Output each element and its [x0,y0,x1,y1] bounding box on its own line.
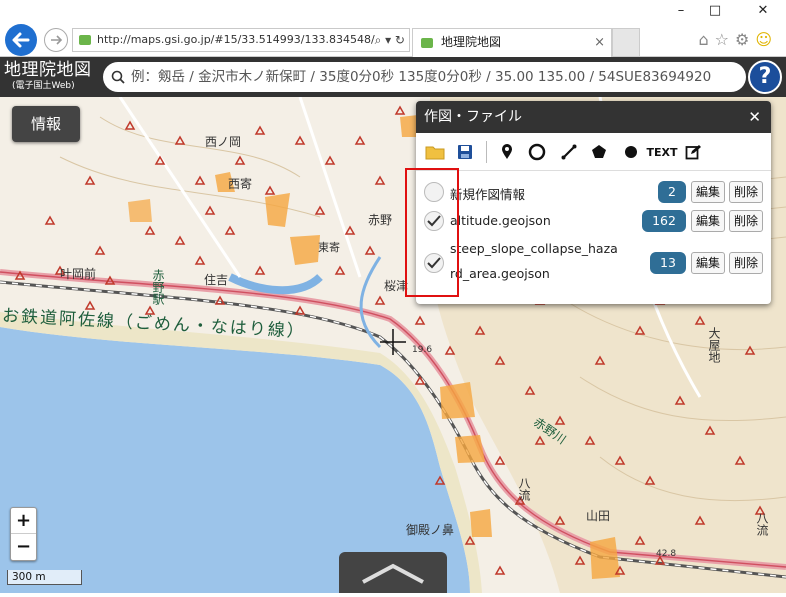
place-label-akano: 赤野 [368,213,393,227]
place-label-sumiyoshi: 住吉 [204,273,229,287]
place-label-higashiyose: 東寄 [318,241,340,254]
station-label-akano: 赤野駅 [151,269,165,305]
zoom-control: + − [10,507,37,561]
gear-icon[interactable]: ⚙ [735,30,755,49]
circle-icon[interactable] [524,140,550,164]
drawing-file-panel: 作図・ファイル ✕ TEXT 新規作図情報 2 編集 削除 altitude.g… [416,101,771,304]
delete-button-steep-slope[interactable]: 削除 [729,252,763,274]
browser-toolbar-icons: ⌂☆⚙☺ [698,30,778,49]
place-label-nishioka: 西ノ岡 [205,135,242,149]
place-label-nishiyose: 西寄 [228,177,253,191]
dot-icon[interactable] [618,140,644,164]
star-icon[interactable]: ☆ [715,30,735,49]
gsi-logo[interactable]: 地理院地図 (電子国土Web) [4,60,92,92]
info-button[interactable]: 情報 [12,106,80,142]
address-bar-row: http://maps.gsi.go.jp/#15/33.514993/133.… [0,22,786,57]
arrow-right-icon [51,35,63,45]
elevation-label-2: 19.6 [412,345,433,355]
text-tool-button[interactable]: TEXT [646,140,678,164]
place-label-kanooka-mae: 叶岡前 [60,267,97,281]
open-folder-icon[interactable] [422,140,448,164]
tab-close-icon[interactable]: × [594,29,605,56]
place-label-kanagare: 八流 [517,477,531,501]
save-icon[interactable] [452,140,478,164]
arrow-left-icon [12,32,30,48]
search-icon [111,70,125,84]
minimize-button[interactable]: – [666,2,696,20]
layer-label-altitude: altitude.geojson [450,213,551,228]
home-icon[interactable]: ⌂ [698,30,714,49]
marker-icon[interactable] [494,140,520,164]
tab-favicon [421,38,433,48]
elevation-label-1: 42.8 [656,549,677,559]
chevron-up-icon [362,563,424,584]
browser-tab[interactable]: 地理院地図 × [412,28,612,57]
place-label-mitonohana: 御殿ノ鼻 [406,523,455,537]
edit-button-altitude[interactable]: 編集 [691,210,725,232]
edit-button-steep-slope[interactable]: 編集 [691,252,725,274]
close-window-button[interactable]: ✕ [748,2,778,20]
highlight-box [405,168,459,297]
delete-button-new[interactable]: 削除 [729,181,763,203]
search-placeholder: 例：剱岳 / 金沢市木ノ新保町 / 35度0分0秒 135度0分0秒 / 35.… [131,69,712,85]
maximize-button[interactable]: □ [700,2,730,20]
layer-count-altitude: 162 [642,210,686,232]
url-text: http://maps.gsi.go.jp/#15/33.514993/133.… [97,33,375,46]
logo-sub-text: (電子国土Web) [12,81,75,91]
zoom-in-button[interactable]: + [11,508,36,534]
window-titlebar: – □ ✕ [0,0,786,22]
site-favicon [79,35,91,45]
layer-row-altitude: altitude.geojson 162 編集 削除 [416,208,771,234]
url-bar[interactable]: http://maps.gsi.go.jp/#15/33.514993/133.… [72,28,410,52]
layer-label-steep-slope: steep_slope_collapse_haza [450,241,618,256]
place-label-yamada: 山田 [586,509,611,523]
zoom-out-button[interactable]: − [11,534,36,560]
forward-button[interactable] [44,28,68,52]
app-header: 地理院地図 (電子国土Web) 例：剱岳 / 金沢市木ノ新保町 / 35度0分0… [0,57,786,97]
panel-close-icon[interactable]: ✕ [748,101,761,133]
back-button[interactable] [5,24,37,56]
layer-row-steep-slope: steep_slope_collapse_haza rd_area.geojso… [416,239,771,291]
layer-count-steep-slope: 13 [650,252,686,274]
new-tab-button[interactable] [612,28,640,57]
help-button[interactable]: ? [748,60,782,94]
url-action-icons[interactable]: ⌕ ▾ ↻ [375,29,405,51]
panel-title: 作図・ファイル [424,109,522,125]
toolbar-divider [486,141,487,163]
line-icon[interactable] [556,140,582,164]
layer-count-new: 2 [658,181,686,203]
scale-bar: 300 m [7,570,82,585]
search-input[interactable]: 例：剱岳 / 金沢市木ノ新保町 / 35度0分0秒 135度0分0秒 / 35.… [103,62,746,92]
logo-main-text: 地理院地図 [4,60,92,80]
edit-icon[interactable] [680,140,706,164]
bottom-panel-toggle[interactable] [339,552,447,593]
panel-toolbar: TEXT [416,133,771,171]
delete-button-altitude[interactable]: 削除 [729,210,763,232]
place-label-yanagare: 八流 [755,512,769,536]
layer-row-new: 新規作図情報 2 編集 削除 [416,179,771,205]
layer-label-new: 新規作図情報 [450,187,526,202]
smiley-icon[interactable]: ☺ [755,30,778,49]
edit-button-new[interactable]: 編集 [691,181,725,203]
tab-title: 地理院地図 [441,35,502,49]
layer-label-steep-slope-line2: rd_area.geojson [450,266,550,281]
panel-header: 作図・ファイル ✕ [416,101,771,133]
polygon-icon[interactable] [586,140,612,164]
place-label-tainoyachi: 大屋地 [707,327,721,363]
